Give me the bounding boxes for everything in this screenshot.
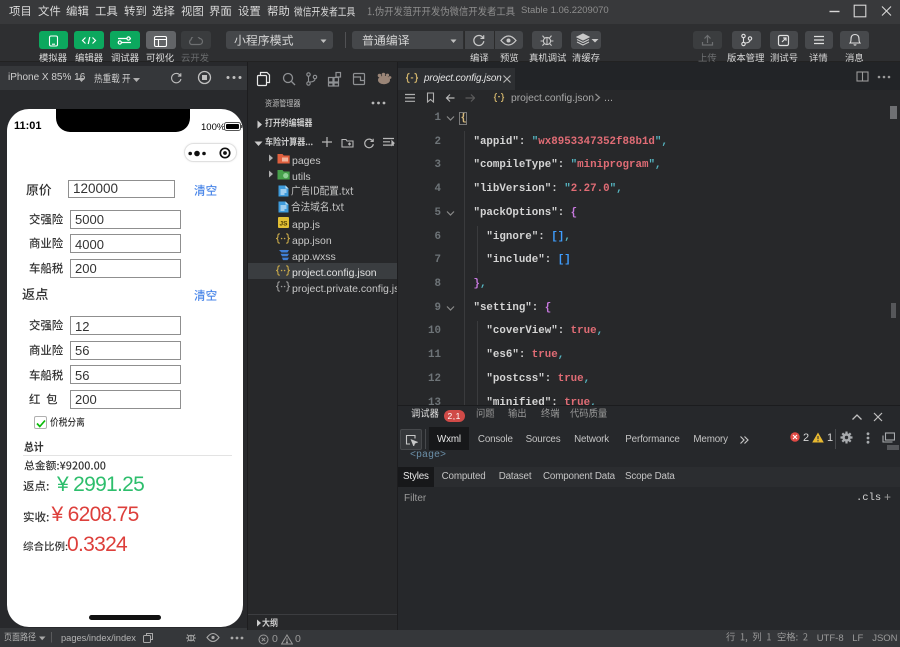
svg-text:JS: JS: [280, 221, 289, 228]
